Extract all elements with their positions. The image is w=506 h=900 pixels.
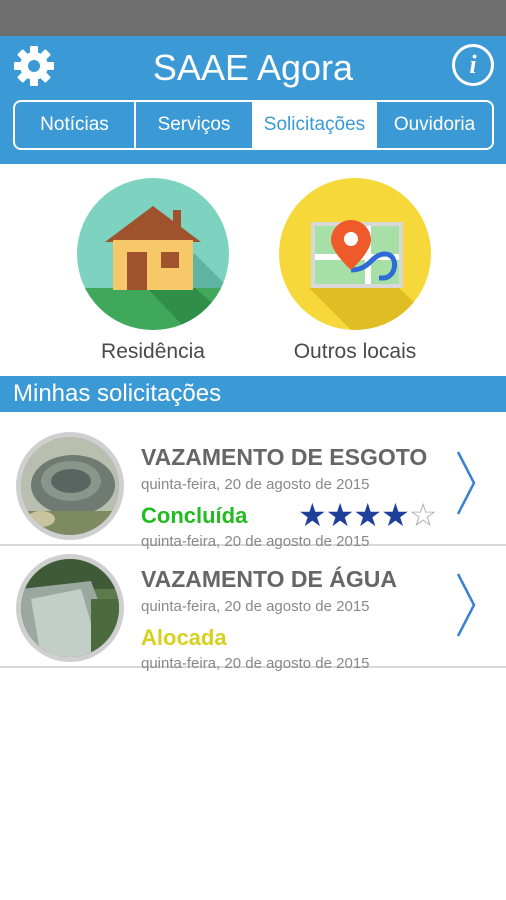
- section-header: Minhas solicitações: [0, 376, 506, 412]
- star-icon: ★: [325, 497, 355, 533]
- request-photo: [16, 554, 124, 662]
- tab-solicitacoes[interactable]: Solicitações: [254, 102, 377, 148]
- star-empty-icon: ☆: [408, 497, 438, 533]
- house-icon: [77, 178, 229, 330]
- request-title: VAZAMENTO DE ÁGUA: [141, 566, 397, 592]
- request-title: VAZAMENTO DE ESGOTO: [141, 444, 428, 470]
- star-icon: ★: [381, 497, 410, 533]
- request-date-opened: quinta-feira, 20 de agosto de 2015: [141, 598, 370, 615]
- request-date-opened: quinta-feira, 20 de agosto de 2015: [141, 476, 370, 493]
- request-date-updated: quinta-feira, 20 de agosto de 2015: [141, 655, 370, 672]
- tab-servicos[interactable]: Serviços: [136, 102, 254, 148]
- app-header: SAAE Agora i Notícias Serviços Solicitaç…: [0, 36, 506, 164]
- residence-label: Residência: [101, 340, 205, 363]
- request-photo: [16, 432, 124, 540]
- status-badge: Alocada: [141, 625, 227, 650]
- star-icon: ★: [298, 497, 327, 533]
- rating-stars: ★★★★☆: [298, 497, 438, 533]
- map-pin-icon: [279, 178, 431, 330]
- chevron-right-icon: [456, 573, 476, 637]
- info-button[interactable]: i: [452, 44, 494, 86]
- tab-noticias[interactable]: Notícias: [15, 102, 136, 148]
- tab-bar: Notícias Serviços Solicitações Ouvidoria: [13, 100, 494, 150]
- tab-ouvidoria[interactable]: Ouvidoria: [377, 102, 492, 148]
- status-badge: Concluída: [141, 503, 248, 528]
- other-locations-button[interactable]: [279, 178, 431, 330]
- status-bar: [0, 0, 506, 36]
- residence-button[interactable]: [77, 178, 229, 330]
- request-row[interactable]: VAZAMENTO DE ÁGUA quinta-feira, 20 de ag…: [0, 548, 506, 672]
- other-locations-label: Outros locais: [293, 340, 417, 363]
- chevron-right-icon: [456, 451, 476, 515]
- star-icon: ★: [353, 497, 382, 533]
- app-title: SAAE Agora: [152, 47, 354, 88]
- request-row[interactable]: VAZAMENTO DE ESGOTO quinta-feira, 20 de …: [0, 426, 506, 550]
